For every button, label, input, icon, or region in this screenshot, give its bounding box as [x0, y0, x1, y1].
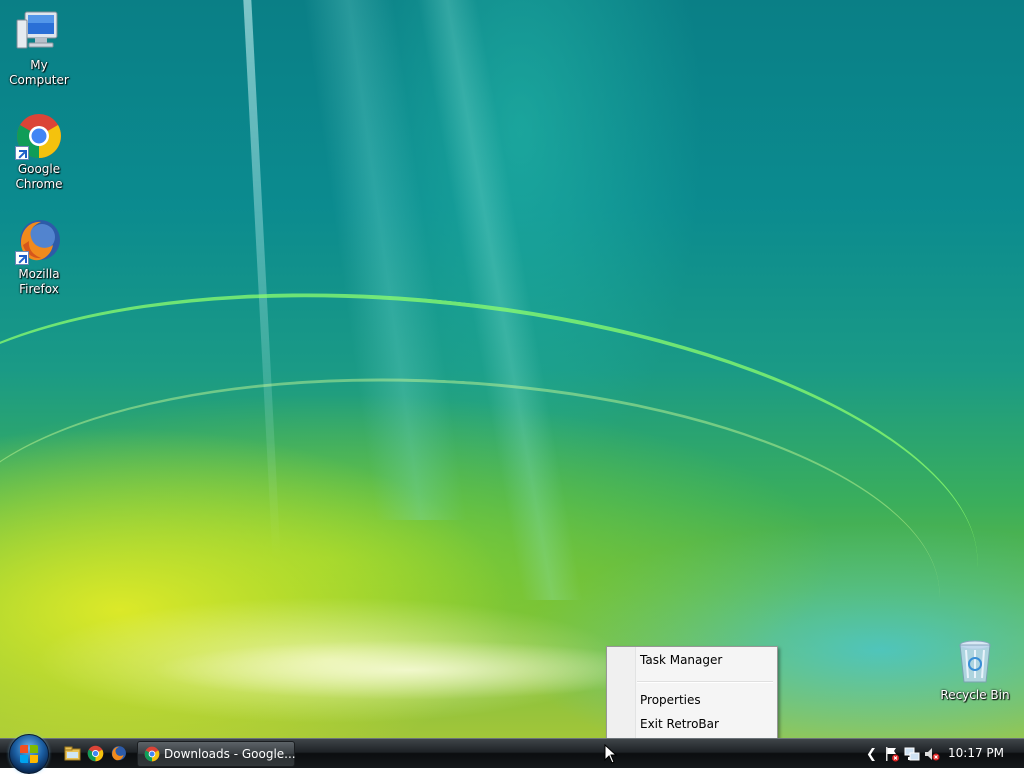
start-button[interactable]	[9, 734, 49, 774]
taskbar-context-menu: Task Manager Properties Exit RetroBar	[606, 646, 778, 738]
chrome-icon	[144, 746, 160, 762]
quicklaunch-firefox[interactable]	[110, 745, 127, 762]
desktop-icon-label: Firefox	[19, 282, 59, 296]
desktop-icon-mozilla-firefox[interactable]: Mozilla Firefox	[0, 217, 78, 297]
desktop-icon-label: Mozilla	[18, 267, 60, 281]
desktop-icon-label: Recycle Bin	[940, 688, 1010, 702]
wallpaper-swoosh	[556, 0, 1024, 732]
wallpaper-glow	[150, 640, 670, 700]
wallpaper-swoosh	[496, 0, 1024, 738]
taskbar-clock[interactable]: 10:17 PM	[948, 746, 1004, 760]
chrome-icon	[15, 112, 63, 160]
taskbar-button-label: Downloads - Google...	[164, 747, 296, 761]
desktop-icon-label: Google	[17, 162, 61, 176]
desktop-icon-recycle-bin[interactable]: Recycle Bin	[936, 638, 1014, 703]
desktop-icon-label: My Computer	[9, 58, 69, 87]
taskbar-button-downloads-chrome[interactable]: Downloads - Google...	[137, 741, 296, 767]
desktop-icon-my-computer[interactable]: My Computer	[0, 8, 78, 88]
windows-logo-icon	[20, 745, 38, 763]
volume-muted-icon[interactable]	[924, 746, 940, 762]
shortcut-arrow-icon	[15, 146, 29, 160]
menu-separator	[637, 681, 773, 683]
firefox-icon	[15, 217, 63, 265]
wallpaper-light-beam	[303, 0, 467, 520]
shortcut-arrow-icon	[15, 251, 29, 265]
recycle-bin-icon	[951, 638, 999, 686]
quicklaunch-chrome[interactable]	[87, 745, 104, 762]
wallpaper-light-beam	[417, 0, 583, 600]
system-tray: ❮ 10:17 PM	[864, 739, 1024, 769]
desktop[interactable]: My Computer Google Chrome Mozilla Firefo…	[0, 0, 1024, 738]
quicklaunch-explorer[interactable]	[64, 745, 81, 762]
taskbar: Downloads - Google... ❮ 10:17 PM	[0, 734, 1024, 774]
desktop-icon-google-chrome[interactable]: Google Chrome	[0, 112, 78, 192]
action-center-flag-icon[interactable]	[884, 746, 900, 762]
chrome-icon	[87, 745, 104, 762]
menu-item-exit-retrobar[interactable]: Exit RetroBar	[609, 713, 775, 735]
menu-item-task-manager[interactable]: Task Manager	[609, 649, 775, 671]
explorer-icon	[64, 746, 81, 761]
desktop-icon-label: Chrome	[15, 177, 63, 191]
network-icon[interactable]	[904, 746, 920, 762]
firefox-icon	[111, 746, 126, 761]
mouse-cursor-icon	[604, 744, 618, 764]
wallpaper-light-beam	[243, 0, 281, 560]
menu-item-properties[interactable]: Properties	[609, 689, 775, 711]
show-hidden-icons-chevron-icon[interactable]: ❮	[866, 747, 877, 762]
computer-icon	[15, 8, 63, 56]
